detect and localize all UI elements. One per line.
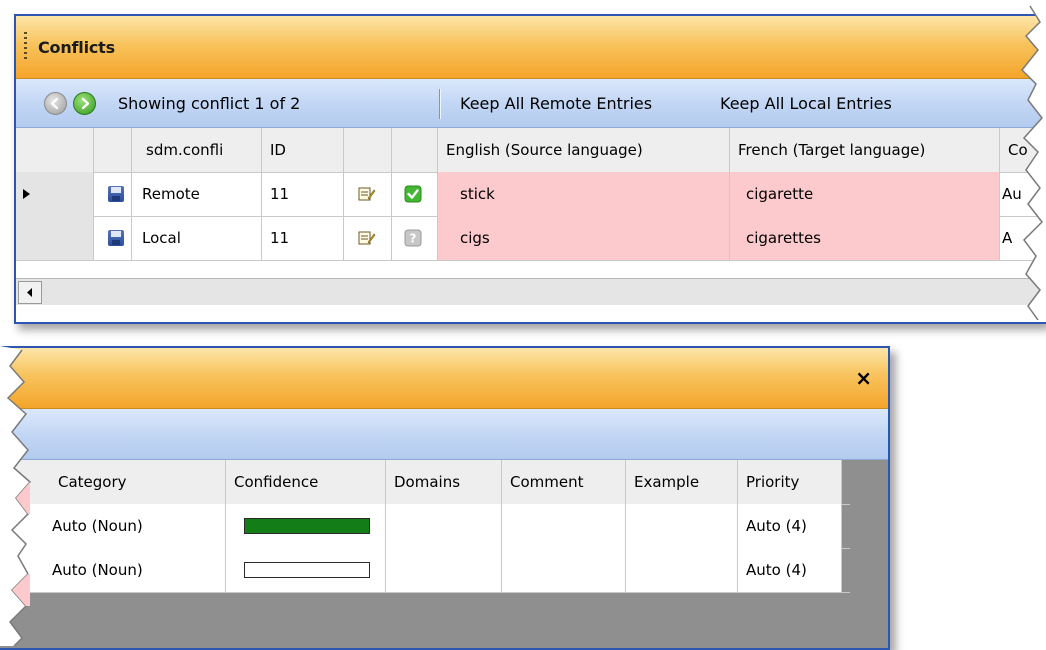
- toolbar-separator: [439, 89, 440, 119]
- torn-edge-decoration: [0, 346, 32, 646]
- close-button[interactable]: ×: [855, 366, 872, 390]
- confidence-cell[interactable]: [226, 548, 386, 592]
- current-row-icon: [23, 189, 30, 199]
- id-cell: 11: [262, 172, 344, 216]
- source-text-cell[interactable]: stick: [438, 172, 730, 216]
- origin-cell: Local: [132, 216, 262, 260]
- table-row[interactable]: Local 11 ? cigs cigarettes A: [16, 216, 1046, 261]
- status-cell[interactable]: [392, 172, 438, 216]
- table-row[interactable]: Remote 11 stick cigarette Au: [16, 172, 1046, 217]
- row-selector[interactable]: [16, 216, 94, 260]
- details-grid: Category Confidence Domains Comment Exam…: [0, 460, 888, 648]
- domains-cell[interactable]: [386, 504, 502, 548]
- header-confidence[interactable]: Confidence: [226, 460, 386, 504]
- comment-cell[interactable]: [502, 504, 626, 548]
- table-row[interactable]: Auto (Noun) Auto (4): [0, 504, 850, 549]
- confidence-bar: [244, 562, 370, 578]
- floppy-disk-icon[interactable]: [108, 186, 124, 202]
- confidence-cell[interactable]: [226, 504, 386, 548]
- next-conflict-button[interactable]: [73, 92, 96, 115]
- row-selector[interactable]: [16, 172, 94, 216]
- priority-cell[interactable]: Auto (4): [738, 504, 842, 548]
- entry-details-panel: × Category Confidence Domains Comment Ex…: [0, 346, 890, 650]
- check-accepted-icon[interactable]: [404, 185, 422, 203]
- question-mark-icon[interactable]: ?: [404, 229, 422, 247]
- keep-all-remote-button[interactable]: Keep All Remote Entries: [460, 94, 652, 113]
- domains-cell[interactable]: [386, 548, 502, 592]
- floppy-disk-icon[interactable]: [108, 230, 124, 246]
- confidence-bar-fill: [245, 519, 369, 533]
- target-text-cell[interactable]: cigarettes: [730, 216, 1000, 260]
- comment-cell[interactable]: [502, 548, 626, 592]
- conflicts-toolbar: Showing conflict 1 of 2 Keep All Remote …: [16, 79, 1046, 128]
- edit-note-icon[interactable]: [358, 230, 376, 246]
- header-source-language[interactable]: English (Source language): [438, 128, 730, 172]
- header-domains[interactable]: Domains: [386, 460, 502, 504]
- grid-header-row: sdm.confli ID English (Source language) …: [16, 128, 1046, 173]
- scroll-left-button[interactable]: [18, 281, 42, 304]
- priority-cell[interactable]: Auto (4): [738, 548, 842, 592]
- horizontal-scrollbar[interactable]: [16, 278, 1046, 305]
- edit-note-icon[interactable]: [358, 186, 376, 202]
- table-row[interactable]: Auto (Noun) Auto (4): [0, 548, 850, 593]
- svg-text:?: ?: [410, 232, 417, 246]
- target-text-cell[interactable]: cigarette: [730, 172, 1000, 216]
- category-cell[interactable]: Auto (Noun): [0, 548, 226, 592]
- header-example[interactable]: Example: [626, 460, 738, 504]
- header-target-language[interactable]: French (Target language): [730, 128, 1000, 172]
- previous-conflict-button[interactable]: [44, 92, 67, 115]
- details-toolbar: [0, 409, 888, 460]
- edit-cell[interactable]: [344, 216, 392, 260]
- details-titlebar[interactable]: ×: [0, 348, 888, 409]
- header-comment[interactable]: Comment: [502, 460, 626, 504]
- header-status: [392, 128, 438, 172]
- conflicts-grid: sdm.confli ID English (Source language) …: [16, 128, 1046, 278]
- conflicts-panel: Conflicts Showing conflict 1 of 2 Keep A…: [14, 14, 1046, 324]
- arrow-right-icon: [81, 97, 90, 110]
- header-id[interactable]: ID: [262, 128, 344, 172]
- save-cell[interactable]: [94, 216, 132, 260]
- arrow-left-small-icon: [27, 288, 32, 297]
- row-header-corner: [16, 128, 94, 172]
- header-category[interactable]: Category: [0, 460, 226, 504]
- origin-cell: Remote: [132, 172, 262, 216]
- example-cell[interactable]: [626, 548, 738, 592]
- drag-grip-icon[interactable]: [24, 32, 27, 62]
- keep-all-local-button[interactable]: Keep All Local Entries: [720, 94, 892, 113]
- header-sdm-conflict[interactable]: sdm.confli: [132, 128, 262, 172]
- id-cell: 11: [262, 216, 344, 260]
- panel-title: Conflicts: [38, 38, 115, 57]
- save-cell[interactable]: [94, 172, 132, 216]
- conflict-counter: Showing conflict 1 of 2: [118, 94, 301, 113]
- status-cell[interactable]: ?: [392, 216, 438, 260]
- grid-header-row: Category Confidence Domains Comment Exam…: [0, 460, 850, 505]
- header-priority[interactable]: Priority: [738, 460, 842, 504]
- edit-cell[interactable]: [344, 172, 392, 216]
- category-cell[interactable]: Auto (Noun): [0, 504, 226, 548]
- source-text-cell[interactable]: cigs: [438, 216, 730, 260]
- example-cell[interactable]: [626, 504, 738, 548]
- confidence-bar: [244, 518, 370, 534]
- torn-edge-decoration: [1020, 0, 1046, 320]
- conflicts-titlebar[interactable]: Conflicts: [16, 16, 1046, 79]
- header-edit: [344, 128, 392, 172]
- arrow-left-icon: [50, 97, 59, 110]
- header-save: [94, 128, 132, 172]
